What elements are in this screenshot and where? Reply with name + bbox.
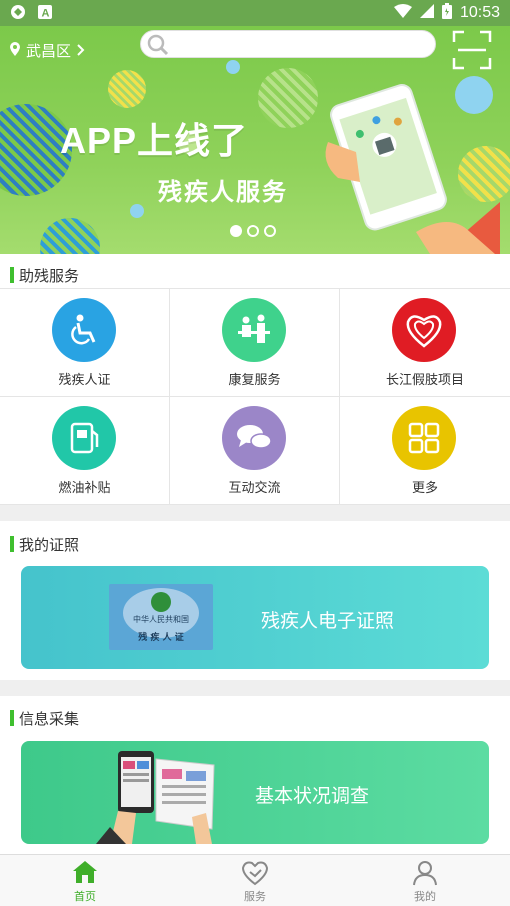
section-title: 助残服务 [19,266,80,285]
bottom-tab-bar: 首页 服务 我的 [0,854,510,906]
card-name: 残 疾 人 证 [138,633,184,643]
section-header-certificates: 我的证照 [0,527,510,561]
heart-icon [241,860,269,890]
certificate-card-label: 残疾人电子证照 [261,610,395,632]
service-item-rehab[interactable]: 康复服务 [170,289,340,397]
survey-illustration [96,747,226,844]
section-marker [10,267,14,283]
disability-card-image: 中华人民共和国 残 疾 人 证 [109,584,213,650]
scan-icon[interactable] [452,30,492,70]
service-label: 康复服务 [228,373,281,388]
banner-decoration [226,60,240,74]
service-label: 燃油补贴 [58,481,111,496]
banner-carousel[interactable]: 武昌区 APP上线了 残疾人服务 [0,26,510,254]
survey-card-label: 基本状况调查 [255,785,370,807]
banner-decoration [108,70,146,108]
service-label: 互动交流 [228,481,281,496]
service-label: 残疾人证 [58,373,111,388]
heart-hand-icon [392,298,456,362]
survey-card[interactable]: 基本状况调查 [21,741,489,844]
user-icon [413,860,437,890]
svg-text:A: A [42,8,50,20]
status-bar: A 10:53 [0,0,510,26]
carousel-pager [230,225,276,237]
service-grid: 残疾人证 康复服务 长江假肢项目 燃油补贴 互动交流 更多 [0,288,510,505]
emblem-icon [151,592,171,612]
section-marker [10,710,14,726]
grid-icon [392,406,456,470]
home-icon [72,860,98,888]
location-pin-icon [10,41,20,60]
search-input[interactable] [140,30,436,58]
banner-subtitle: 残疾人服务 [158,178,288,206]
section-divider [0,680,510,696]
service-item-disability-card[interactable]: 残疾人证 [0,289,170,397]
pager-dot[interactable] [264,225,276,237]
section-header-info: 信息采集 [0,701,510,735]
section-divider [0,505,510,521]
wheelchair-icon [52,298,116,362]
battery-icon [441,3,452,23]
tab-label: 服务 [244,890,266,903]
service-label: 更多 [411,481,438,496]
tab-home[interactable]: 首页 [0,855,170,906]
phone-illustration [320,82,500,254]
certificate-card[interactable]: 中华人民共和国 残 疾 人 证 残疾人电子证照 [21,566,489,669]
tab-label: 首页 [74,890,96,903]
pager-dot[interactable] [230,225,242,237]
tab-mine[interactable]: 我的 [340,855,510,906]
clock: 10:53 [459,4,500,21]
font-a-icon: A [38,5,52,23]
tab-label: 我的 [414,890,436,903]
location-selector[interactable]: 武昌区 [10,40,85,61]
chevron-right-icon [77,42,85,60]
signal-icon [419,4,434,22]
sync-icon [10,4,26,24]
service-label: 长江假肢项目 [385,373,464,388]
service-item-more[interactable]: 更多 [340,397,510,505]
banner-decoration [40,218,100,254]
banner-title: APP上线了 [60,120,249,161]
tab-services[interactable]: 服务 [170,855,340,906]
section-title: 信息采集 [19,709,80,728]
service-item-chat[interactable]: 互动交流 [170,397,340,505]
wifi-icon [393,4,412,22]
rehab-icon [222,298,286,362]
banner-decoration [258,68,318,128]
location-label: 武昌区 [26,42,72,60]
section-header-services: 助残服务 [0,258,510,292]
pager-dot[interactable] [247,225,259,237]
section-marker [10,536,14,552]
card-country: 中华人民共和国 [133,615,189,624]
service-item-fuel-subsidy[interactable]: 燃油补贴 [0,397,170,505]
banner-decoration [130,204,144,218]
service-item-prosthesis[interactable]: 长江假肢项目 [340,289,510,397]
fuel-icon [52,406,116,470]
section-title: 我的证照 [19,535,80,554]
chat-icon [222,406,286,470]
